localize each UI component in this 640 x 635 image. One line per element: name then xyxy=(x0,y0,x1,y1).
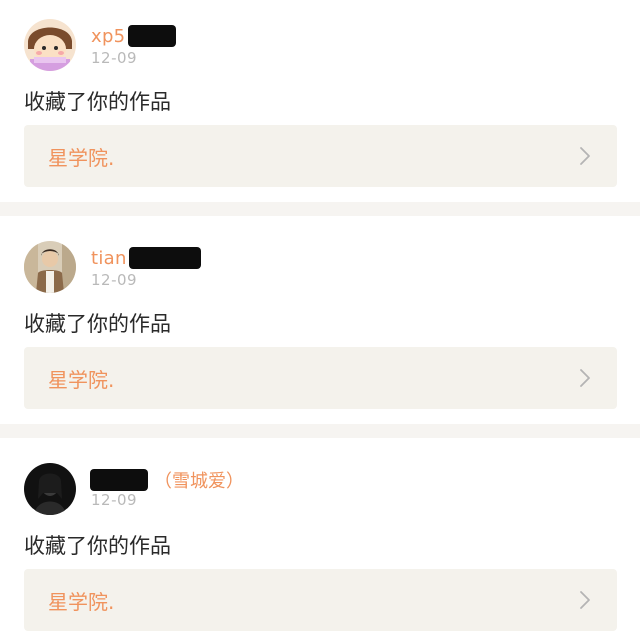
notification-card: xp5 12-09 收藏了你的作品 星学院. xyxy=(0,0,640,202)
activity-text: 收藏了你的作品 xyxy=(24,90,171,114)
work-title: 星学院. xyxy=(48,589,115,614)
username-remark: （雪城爱） xyxy=(154,471,244,492)
dark-photo-avatar xyxy=(24,463,76,515)
activity-text: 收藏了你的作品 xyxy=(24,534,171,558)
avatar[interactable] xyxy=(24,241,76,293)
chevron-right-icon xyxy=(580,369,590,387)
timestamp: 12-09 xyxy=(91,271,138,289)
username[interactable]: tian xyxy=(91,248,127,269)
section-divider xyxy=(0,202,640,216)
redacted-username xyxy=(128,25,177,47)
notification-card: tian 12-09 收藏了你的作品 星学院. xyxy=(0,216,640,424)
chevron-right-icon xyxy=(580,591,590,609)
work-link[interactable]: 星学院. xyxy=(24,125,617,187)
boy-photo-avatar xyxy=(24,241,76,293)
redacted-username xyxy=(90,469,148,491)
activity-text: 收藏了你的作品 xyxy=(24,312,171,336)
redacted-username xyxy=(128,247,201,269)
notification-card: （雪城爱） 12-09 收藏了你的作品 星学院. xyxy=(0,438,640,635)
avatar[interactable] xyxy=(24,19,76,71)
username[interactable]: xp5 xyxy=(91,26,125,47)
timestamp: 12-09 xyxy=(91,49,138,67)
work-link[interactable]: 星学院. xyxy=(24,347,617,409)
work-link[interactable]: 星学院. xyxy=(24,569,617,631)
cartoon-girl-avatar xyxy=(24,19,76,71)
timestamp: 12-09 xyxy=(91,491,138,509)
work-title: 星学院. xyxy=(48,367,115,392)
section-divider xyxy=(0,424,640,438)
work-title: 星学院. xyxy=(48,145,115,170)
notification-feed: xp5 12-09 收藏了你的作品 星学院. tian 12-09 收藏了你的作… xyxy=(0,0,640,635)
avatar[interactable] xyxy=(24,463,76,515)
chevron-right-icon xyxy=(580,147,590,165)
